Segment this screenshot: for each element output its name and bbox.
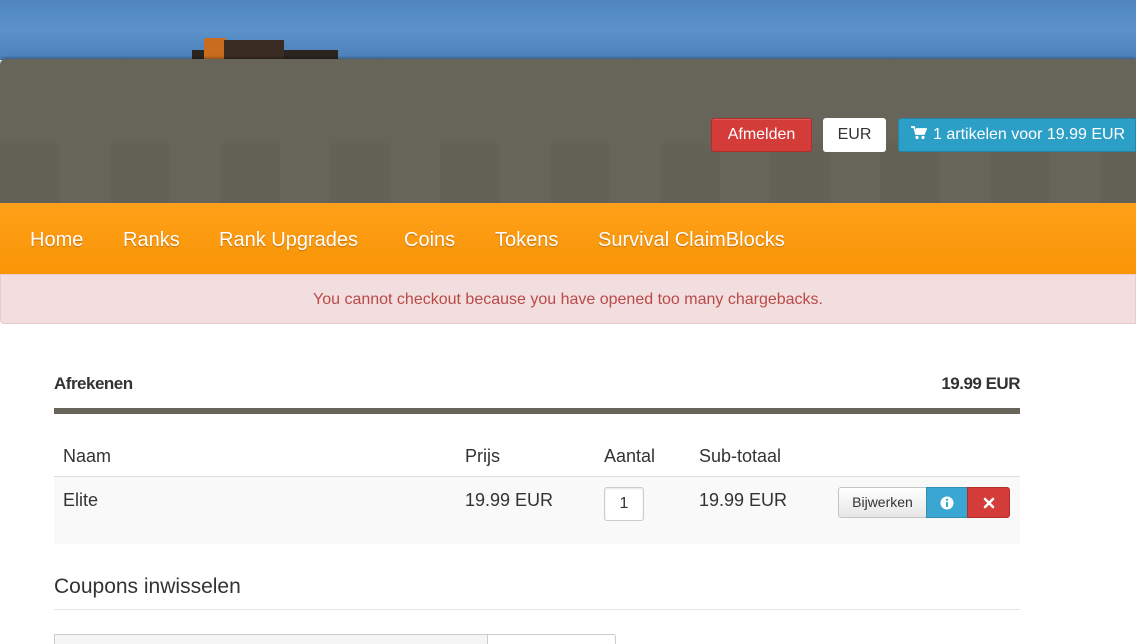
logout-button[interactable]: Afmelden [711, 118, 812, 152]
column-header-price: Prijs [465, 446, 500, 466]
item-name: Elite [63, 490, 99, 510]
nav-item-rank-upgrades[interactable]: Rank Upgrades [219, 203, 358, 274]
currency-selector[interactable]: EUR [823, 118, 886, 152]
info-button[interactable] [926, 487, 968, 518]
checkout-title: Afrekenen [54, 374, 133, 393]
redeem-coupon-button[interactable] [487, 634, 616, 644]
item-subtotal: 19.99 EUR [699, 490, 788, 510]
coupons-title: Coupons inwisselen [54, 575, 241, 598]
nav-item-survival-claimblocks[interactable]: Survival ClaimBlocks [598, 203, 785, 274]
background-scenery [192, 38, 338, 60]
nav-item-ranks[interactable]: Ranks [123, 203, 180, 274]
column-header-subtotal: Sub-totaal [699, 446, 782, 466]
nav-item-home[interactable]: Home [30, 203, 83, 274]
nav-item-coins[interactable]: Coins [404, 203, 455, 274]
shopping-cart-icon [911, 126, 927, 140]
info-circle-icon [940, 496, 954, 509]
main-navigation: Home Ranks Rank Upgrades Coins Tokens Su… [0, 203, 1136, 274]
update-button[interactable]: Bijwerken [838, 487, 927, 518]
coupon-code-input[interactable] [54, 634, 488, 644]
checkout-divider [54, 408, 1020, 414]
item-price: 19.99 EUR [465, 490, 554, 510]
nav-item-tokens[interactable]: Tokens [495, 203, 558, 274]
close-icon [983, 497, 994, 508]
cart-button[interactable]: 1 artikelen voor 19.99 EUR [898, 118, 1136, 152]
remove-button[interactable] [967, 487, 1010, 518]
header-background-sky [0, 0, 1136, 60]
column-header-quantity: Aantal [604, 446, 656, 466]
quantity-input[interactable] [604, 487, 644, 521]
coupons-divider [54, 609, 1020, 610]
checkout-total: 19.99 EUR [941, 374, 1020, 393]
column-header-name: Naam [63, 446, 112, 466]
error-alert: You cannot checkout because you have ope… [0, 274, 1136, 324]
cart-label: 1 artikelen voor 19.99 EUR [933, 126, 1126, 143]
